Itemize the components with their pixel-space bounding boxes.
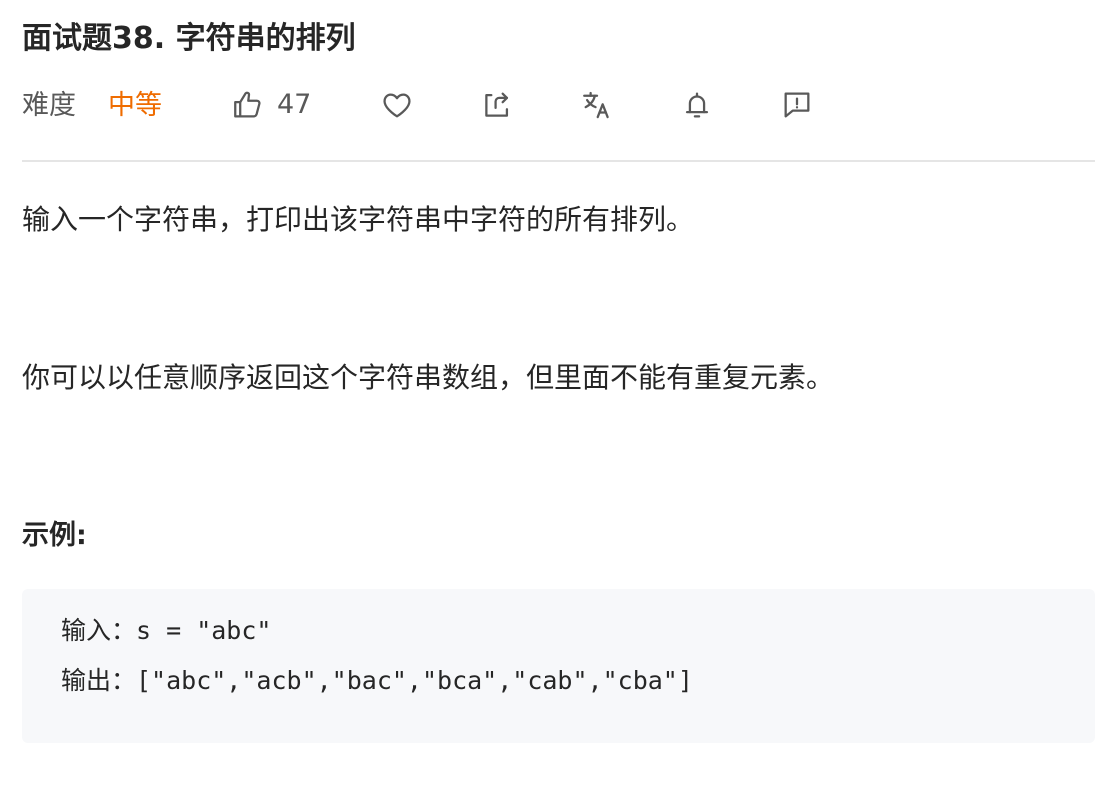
example-output-line: 输出：["abc","acb","bac","bca","cab","cba"] [61,666,693,695]
like-count: 47 [277,89,312,120]
feedback-button[interactable] [780,86,814,124]
description-paragraph-2: 你可以以任意顺序返回这个字符串数组，但里面不能有重复元素。 [22,361,835,394]
problem-title: 面试题38. 字符串的排列 [22,21,356,56]
favorite-button[interactable] [380,86,414,124]
difficulty-label: 难度 [22,90,76,121]
subscribe-button[interactable] [680,86,714,124]
example-code-block: 输入：s = "abc" 输出：["abc","acb","bac","bca"… [22,589,1095,743]
like-button[interactable]: 47 [231,86,311,124]
problem-meta-bar: 难度 中等 47 [22,84,1095,126]
heart-icon [380,88,414,122]
translate-button[interactable] [580,86,614,124]
example-input-line: 输入：s = "abc" [61,616,272,645]
bell-icon [680,88,714,122]
example-heading: 示例: [22,520,87,551]
share-button[interactable] [480,86,514,124]
translate-icon [580,88,614,122]
description-paragraph-1: 输入一个字符串，打印出该字符串中字符的所有排列。 [22,203,695,236]
feedback-icon [780,88,814,122]
share-icon [480,88,514,122]
difficulty-value: 中等 [108,90,162,121]
thumbs-up-icon [231,88,265,122]
header-divider [22,160,1095,162]
